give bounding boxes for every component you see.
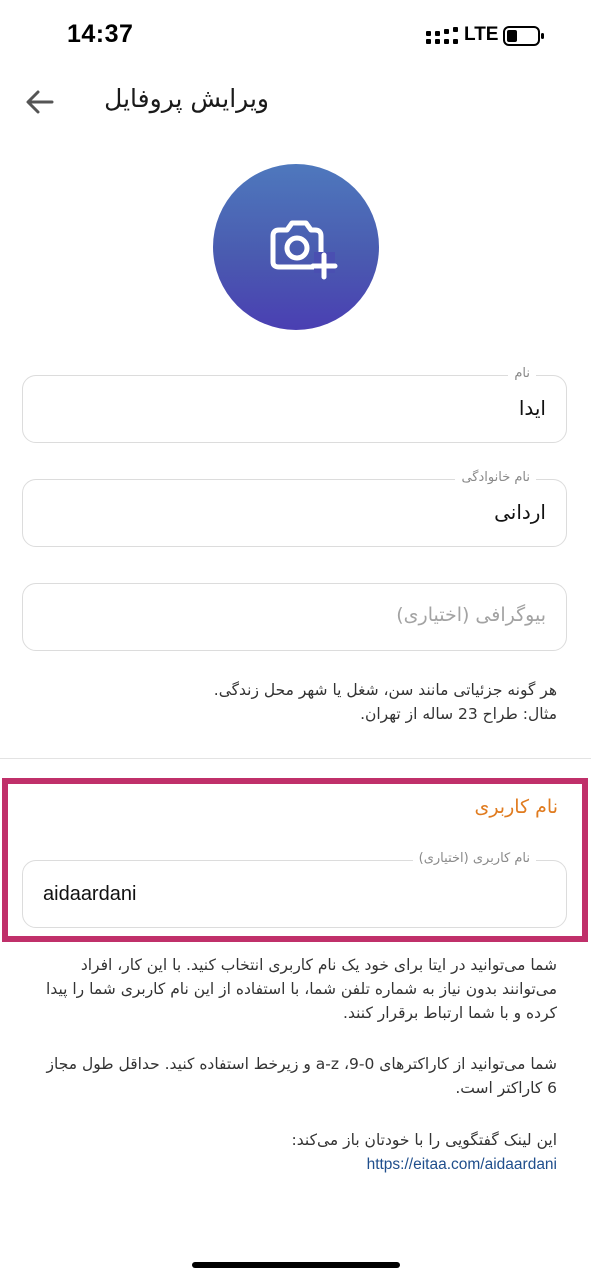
first-name-value: ایدا [518,396,546,420]
first-name-field[interactable]: نام ایدا [22,366,567,443]
bio-field[interactable]: بیوگرافی (اختیاری) [22,583,567,651]
bio-placeholder: بیوگرافی (اختیاری) [396,604,546,626]
username-section-title: نام کاربری [474,796,558,818]
bio-help-line1: هر گونه جزئیاتی مانند سن، شغل یا شهر محل… [213,681,557,699]
username-help-2: شما می‌توانید از کاراکترهای 0-9، a-z و ز… [46,1055,557,1097]
add-photo-camera-icon [270,220,338,280]
edit-profile-screen: 14:37 LTE ویرایش پروفایل نام ایدا نام خا… [0,0,591,1280]
username-help-3: این لینک گفتگویی را با خودتان باز می‌کند… [37,1128,557,1177]
page-title: ویرایش پروفایل [104,84,269,113]
avatar-upload-button[interactable] [213,164,379,330]
link-description: این لینک گفتگویی را با خودتان باز می‌کند… [291,1131,557,1149]
network-type: LTE [464,24,499,45]
home-indicator[interactable] [192,1262,400,1268]
section-divider [0,758,591,759]
arrow-left-icon[interactable] [22,84,58,120]
last-name-value: اردانی [494,500,546,524]
last-name-label: نام خانوادگی [455,470,536,485]
status-time: 14:37 [67,20,134,48]
username-help-1: شما می‌توانید در ایتا برای خود یک نام کا… [46,956,557,1022]
battery-low-icon [503,26,544,46]
signal-icon [426,27,458,44]
last-name-field[interactable]: نام خانوادگی اردانی [22,470,567,547]
bio-help-line2: مثال: طراح 23 ساله از تهران. [360,705,557,723]
profile-link[interactable]: https://eitaa.com/aidaardani [367,1156,557,1173]
first-name-label: نام [508,366,536,381]
bio-help-text: هر گونه جزئیاتی مانند سن، شغل یا شهر محل… [37,678,557,726]
username-label: نام کاربری (اختیاری) [412,851,536,866]
username-field[interactable]: نام کاربری (اختیاری) aidaardani [22,851,567,928]
username-value: aidaardani [43,883,137,905]
